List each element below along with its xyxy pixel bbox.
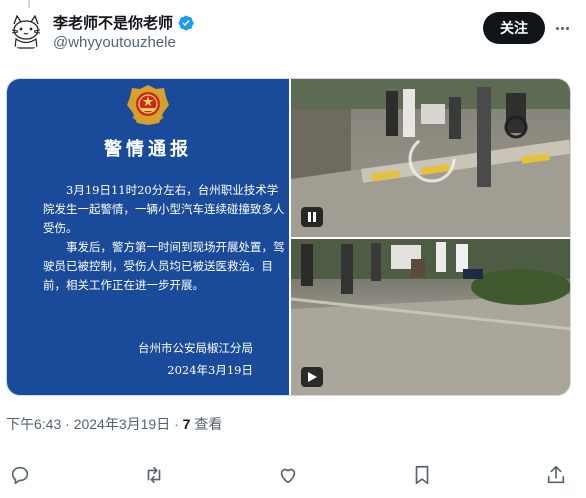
- avatar[interactable]: [6, 10, 46, 50]
- retweet-icon[interactable]: [143, 464, 165, 486]
- bookmark-icon[interactable]: [411, 464, 433, 486]
- tweet-meta: 下午6:43 · 2024年3月19日 · 7 查看: [6, 414, 222, 434]
- police-emblem-icon: [127, 85, 169, 125]
- post-date[interactable]: 2024年3月19日: [74, 416, 171, 432]
- action-bar: [0, 460, 586, 490]
- name-row: 李老师不是你老师: [53, 12, 195, 33]
- tweet-header: 李老师不是你老师 @whyyoutouzhele 关注: [0, 0, 586, 70]
- street-illustration: [291, 239, 570, 395]
- meta-separator: ·: [170, 416, 183, 432]
- notice-title: 警情通报: [104, 139, 192, 160]
- display-name[interactable]: 李老师不是你老师: [53, 12, 173, 33]
- video-thumbnail-scene[interactable]: [291, 79, 570, 237]
- video-thumbnail-street[interactable]: [291, 239, 570, 395]
- play-button[interactable]: [301, 367, 323, 387]
- scene-illustration: [291, 79, 570, 237]
- reply-icon[interactable]: [9, 464, 31, 486]
- notice-paragraph: 事发后，警方第一时间到现场开展处置，驾驶员已被控制，受伤人员均已被送医救治。目前…: [43, 240, 285, 292]
- avatar-cat-sketch-icon: [6, 10, 46, 50]
- views-label: 查看: [190, 416, 223, 432]
- pause-button[interactable]: [301, 207, 323, 227]
- post-time[interactable]: 下午6:43: [6, 416, 61, 432]
- pause-icon: [308, 212, 316, 222]
- notice-signature: 台州市公安局椒江分局 2024年3月19日: [138, 337, 253, 381]
- police-notice-image[interactable]: 警情通报 3月19日11时20分左右，台州职业技术学院发生一起警情，一辆小型汽车…: [7, 79, 289, 395]
- like-icon[interactable]: [277, 464, 299, 486]
- notice-body: 3月19日11时20分左右，台州职业技术学院发生一起警情，一辆小型汽车连续碰撞致…: [43, 181, 287, 295]
- handle[interactable]: @whyyoutouzhele: [53, 34, 176, 51]
- notice-date: 2024年3月19日: [167, 363, 253, 377]
- play-icon: [308, 372, 317, 382]
- follow-button[interactable]: 关注: [483, 12, 545, 44]
- meta-separator: ·: [61, 416, 74, 432]
- notice-issuer: 台州市公安局椒江分局: [138, 341, 253, 355]
- share-icon[interactable]: [545, 464, 567, 486]
- notice-paragraph: 3月19日11时20分左右，台州职业技术学院发生一起警情，一辆小型汽车连续碰撞致…: [43, 183, 285, 235]
- verified-badge-icon: [178, 15, 194, 30]
- more-options-icon[interactable]: [550, 17, 574, 39]
- media-grid: 警情通报 3月19日11时20分左右，台州职业技术学院发生一起警情，一辆小型汽车…: [6, 78, 571, 396]
